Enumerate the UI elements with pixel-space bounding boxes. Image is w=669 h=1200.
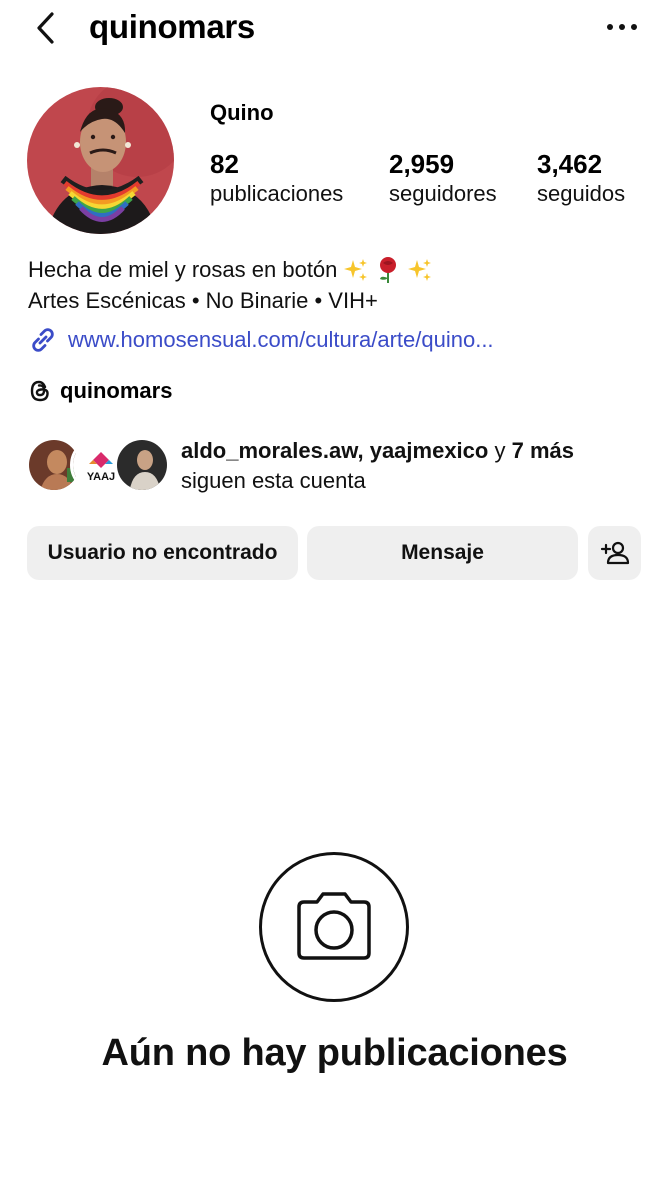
display-name: Quino [210, 100, 274, 125]
threads-handle: quinomars [60, 378, 173, 403]
profile-link[interactable]: www.homosensual.com/cultura/arte/quino..… [28, 322, 494, 358]
empty-state-icon-circle [259, 852, 409, 1002]
bio: Hecha de miel y rosas en botón Artes Esc… [28, 254, 433, 316]
bio-line-2: Artes Escénicas • No Binarie • VIH+ [28, 288, 378, 313]
more-horizontal-icon [607, 24, 637, 30]
followed-by-names: aldo_morales.aw, yaajmexico [181, 438, 489, 463]
bio-text-1: Hecha de miel y rosas en botón [28, 257, 338, 282]
bio-line-1: Hecha de miel y rosas en botón [28, 254, 433, 285]
followers-label: seguidores [389, 181, 497, 206]
stat-followers[interactable]: 2,959 seguidores [389, 148, 497, 208]
followed-by-subtitle: siguen esta cuenta [181, 468, 366, 493]
following-count: 3,462 [537, 149, 603, 179]
followed-by-more: 7 más [511, 438, 574, 463]
followed-by-connector: y [488, 438, 512, 463]
stat-following[interactable]: 3,462 seguidos [537, 148, 625, 208]
user-not-found-label: Usuario no encontrado [47, 541, 278, 564]
user-not-found-button[interactable]: Usuario no encontrado [27, 526, 298, 580]
add-person-icon [600, 541, 629, 565]
stat-posts[interactable]: 82 publicaciones [210, 148, 343, 208]
followed-by-text: aldo_morales.aw, yaajmexico y 7 más sigu… [181, 436, 574, 496]
link-icon [32, 328, 54, 352]
sparkles-icon [408, 258, 432, 281]
camera-icon [297, 892, 371, 960]
empty-state-title: Aún no hay publicaciones [101, 1032, 568, 1074]
followed-by[interactable]: YAAJ aldo_morales.aw, yaajmexico y 7 más… [26, 434, 646, 498]
message-button[interactable]: Mensaje [307, 526, 578, 580]
page-title: quinomars [89, 8, 255, 45]
suggest-user-button[interactable] [588, 526, 641, 580]
more-options-button[interactable] [602, 14, 642, 40]
followers-count: 2,959 [389, 149, 455, 179]
profile-avatar[interactable] [27, 87, 174, 234]
posts-count: 82 [210, 149, 239, 179]
link-text[interactable]: www.homosensual.com/cultura/arte/quino..… [68, 327, 494, 353]
rose-icon [380, 256, 397, 283]
following-label: seguidos [537, 181, 626, 206]
top-bar: quinomars [0, 0, 669, 56]
threads-badge[interactable]: quinomars [28, 374, 172, 408]
chevron-left-icon [37, 12, 54, 44]
yaaj-logo-text: YAAJ [87, 471, 115, 483]
threads-icon [30, 380, 49, 402]
sparkles-icon [344, 258, 368, 281]
back-button[interactable] [30, 10, 62, 46]
avatar [114, 437, 170, 493]
message-label: Mensaje [401, 541, 484, 564]
posts-label: publicaciones [210, 181, 344, 206]
